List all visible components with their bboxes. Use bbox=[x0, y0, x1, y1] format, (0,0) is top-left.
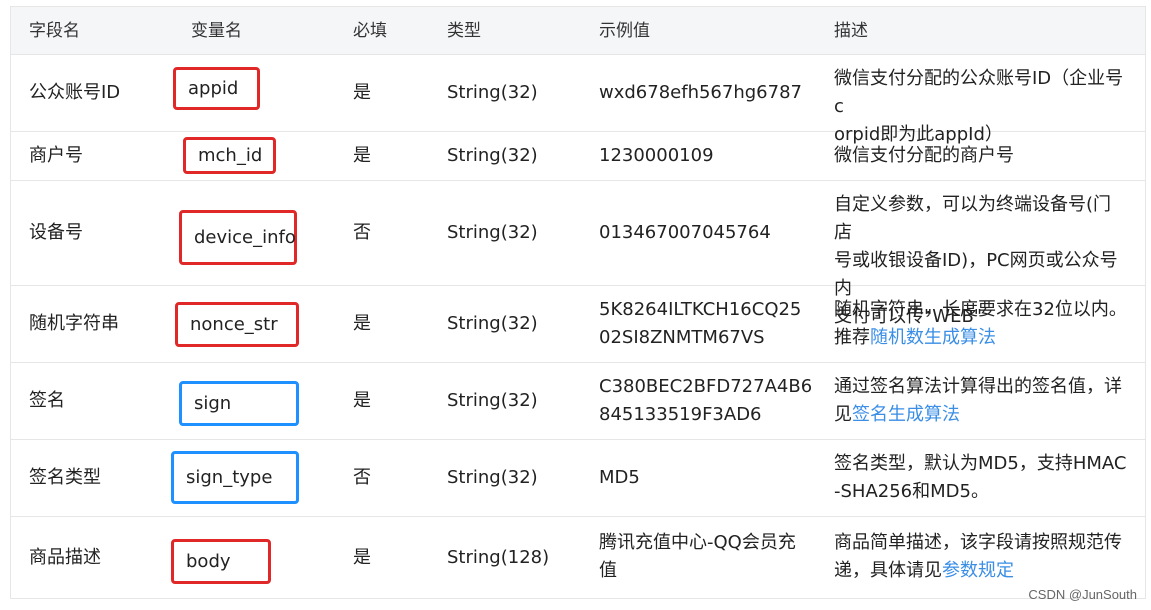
parameter-rules-link[interactable]: 参数规定 bbox=[942, 560, 1014, 581]
field-name-cell: 随机字符串 bbox=[29, 313, 119, 334]
header-variable-name: 变量名 bbox=[191, 20, 242, 41]
table-row: 随机字符串 nonce_str 是 String(32) 5K8264ILTKC… bbox=[11, 286, 1145, 363]
example-line: 腾讯充值中心-QQ会员充 bbox=[599, 532, 796, 553]
example-cell: 1230000109 bbox=[599, 145, 714, 166]
description-cell: 微信支付分配的商户号 bbox=[834, 145, 1014, 166]
variable-highlight-box: body bbox=[171, 539, 271, 584]
variable-highlight-box: sign_type bbox=[171, 451, 299, 504]
parameter-table: 字段名 变量名 必填 类型 示例值 描述 公众账号ID appid 是 Stri… bbox=[10, 6, 1146, 599]
description-line: 推荐随机数生成算法 bbox=[834, 324, 1129, 352]
variable-name: nonce_str bbox=[190, 313, 278, 335]
example-line: 845133519F3AD6 bbox=[599, 404, 762, 425]
variable-name: sign_type bbox=[186, 466, 273, 488]
variable-cell: sign_type bbox=[171, 440, 335, 516]
header-description: 描述 bbox=[834, 20, 868, 41]
variable-name: appid bbox=[188, 77, 239, 99]
variable-name: device_info bbox=[194, 226, 296, 248]
type-cell: String(32) bbox=[447, 390, 538, 411]
type-cell: String(32) bbox=[447, 145, 538, 166]
variable-highlight-box: mch_id bbox=[183, 137, 276, 174]
description-line: 自定义参数，可以为终端设备号(门店 bbox=[834, 194, 1112, 243]
description-line: 签名类型，默认为MD5，支持HMAC bbox=[834, 453, 1127, 474]
example-cell: MD5 bbox=[599, 467, 640, 488]
example-cell: 腾讯充值中心-QQ会员充 值 bbox=[581, 517, 816, 598]
required-cell: 是 bbox=[353, 145, 371, 166]
description-prefix: 推荐 bbox=[834, 327, 870, 348]
variable-highlight-box: nonce_str bbox=[175, 302, 299, 347]
description-cell: 自定义参数，可以为终端设备号(门店 号或收银设备ID)，PC网页或公众号内 支付… bbox=[816, 181, 1145, 327]
description-cell: 商品简单描述，该字段请按照规范传 递，具体请见参数规定 bbox=[816, 517, 1145, 598]
description-prefix: 递，具体请见 bbox=[834, 560, 942, 581]
field-name-cell: 设备号 bbox=[29, 222, 83, 243]
description-line: 随机字符串，长度要求在32位以内。 bbox=[834, 299, 1127, 320]
signature-algorithm-link[interactable]: 签名生成算法 bbox=[852, 404, 960, 425]
field-name-cell: 商品描述 bbox=[29, 546, 101, 568]
variable-cell: appid bbox=[173, 55, 335, 131]
table-row: 签名类型 sign_type 否 String(32) MD5 签名类型，默认为… bbox=[11, 440, 1145, 517]
description-cell: 通过签名算法计算得出的签名值，详 见签名生成算法 bbox=[816, 363, 1145, 439]
field-name-cell: 签名类型 bbox=[29, 467, 101, 488]
table-row: 商户号 mch_id 是 String(32) 1230000109 微信支付分… bbox=[11, 132, 1145, 181]
table-row: 设备号 device_info 否 String(32) 01346700704… bbox=[11, 181, 1145, 327]
example-cell: 5K8264ILTKCH16CQ25 02SI8ZNMTM67VS bbox=[581, 286, 816, 362]
example-cell: wxd678efh567hg6787 bbox=[599, 82, 802, 103]
description-prefix: 见 bbox=[834, 404, 852, 425]
description-cell: 微信支付分配的公众账号ID（企业号c orpid即为此appId） bbox=[816, 55, 1145, 145]
description-line: 微信支付分配的公众账号ID（企业号c bbox=[834, 68, 1124, 117]
description-line: 商品简单描述，该字段请按照规范传 bbox=[834, 532, 1122, 553]
variable-name: mch_id bbox=[198, 144, 263, 166]
header-type: 类型 bbox=[447, 20, 481, 41]
csdn-watermark: CSDN @JunSouth bbox=[1028, 587, 1137, 602]
variable-name: sign bbox=[194, 392, 232, 414]
description-line: -SHA256和MD5。 bbox=[834, 481, 989, 502]
type-cell: String(32) bbox=[447, 313, 538, 334]
required-cell: 否 bbox=[353, 467, 371, 488]
header-required: 必填 bbox=[353, 20, 387, 41]
required-cell: 是 bbox=[353, 82, 371, 103]
variable-highlight-box: sign bbox=[179, 381, 299, 426]
example-cell: 013467007045764 bbox=[599, 222, 771, 243]
type-cell: String(32) bbox=[447, 82, 538, 103]
example-cell: C380BEC2BFD727A4B6 845133519F3AD6 bbox=[581, 363, 816, 439]
required-cell: 否 bbox=[353, 222, 371, 243]
description-line: 递，具体请见参数规定 bbox=[834, 557, 1129, 585]
description-cell: 随机字符串，长度要求在32位以内。 推荐随机数生成算法 bbox=[816, 286, 1145, 362]
random-algorithm-link[interactable]: 随机数生成算法 bbox=[870, 327, 996, 348]
variable-highlight-box: device_info bbox=[179, 210, 297, 265]
field-name-cell: 签名 bbox=[29, 390, 65, 411]
example-line: C380BEC2BFD727A4B6 bbox=[599, 376, 813, 397]
required-cell: 是 bbox=[353, 313, 371, 334]
type-cell: String(32) bbox=[447, 222, 538, 243]
variable-highlight-box: appid bbox=[173, 67, 260, 110]
field-name-cell: 商户号 bbox=[29, 145, 83, 166]
variable-cell: nonce_str bbox=[173, 286, 335, 362]
table-row: 商品描述 body 是 String(128) 腾讯充值中心-QQ会员充 值 商… bbox=[11, 517, 1145, 599]
description-cell: 签名类型，默认为MD5，支持HMAC -SHA256和MD5。 bbox=[816, 440, 1145, 516]
variable-name: body bbox=[186, 550, 231, 572]
table-row: 公众账号ID appid 是 String(32) wxd678efh567hg… bbox=[11, 55, 1145, 145]
field-name-cell: 公众账号ID bbox=[29, 82, 121, 103]
table-row: 签名 sign 是 String(32) C380BEC2BFD727A4B6 … bbox=[11, 363, 1145, 440]
required-cell: 是 bbox=[353, 390, 371, 411]
example-line: 5K8264ILTKCH16CQ25 bbox=[599, 299, 802, 320]
variable-cell: body bbox=[171, 517, 335, 598]
type-cell: String(128) bbox=[447, 546, 550, 568]
description-line: 见签名生成算法 bbox=[834, 401, 1129, 429]
example-line: 值 bbox=[599, 560, 617, 581]
header-example: 示例值 bbox=[599, 20, 650, 41]
type-cell: String(32) bbox=[447, 467, 538, 488]
example-line: 02SI8ZNMTM67VS bbox=[599, 327, 765, 348]
variable-cell: sign bbox=[173, 363, 335, 439]
table-header-row: 字段名 变量名 必填 类型 示例值 描述 bbox=[11, 7, 1145, 55]
variable-cell: device_info bbox=[173, 181, 335, 285]
header-field-name: 字段名 bbox=[29, 20, 80, 41]
variable-cell: mch_id bbox=[173, 132, 335, 180]
description-line: 通过签名算法计算得出的签名值，详 bbox=[834, 376, 1122, 397]
required-cell: 是 bbox=[353, 546, 371, 568]
